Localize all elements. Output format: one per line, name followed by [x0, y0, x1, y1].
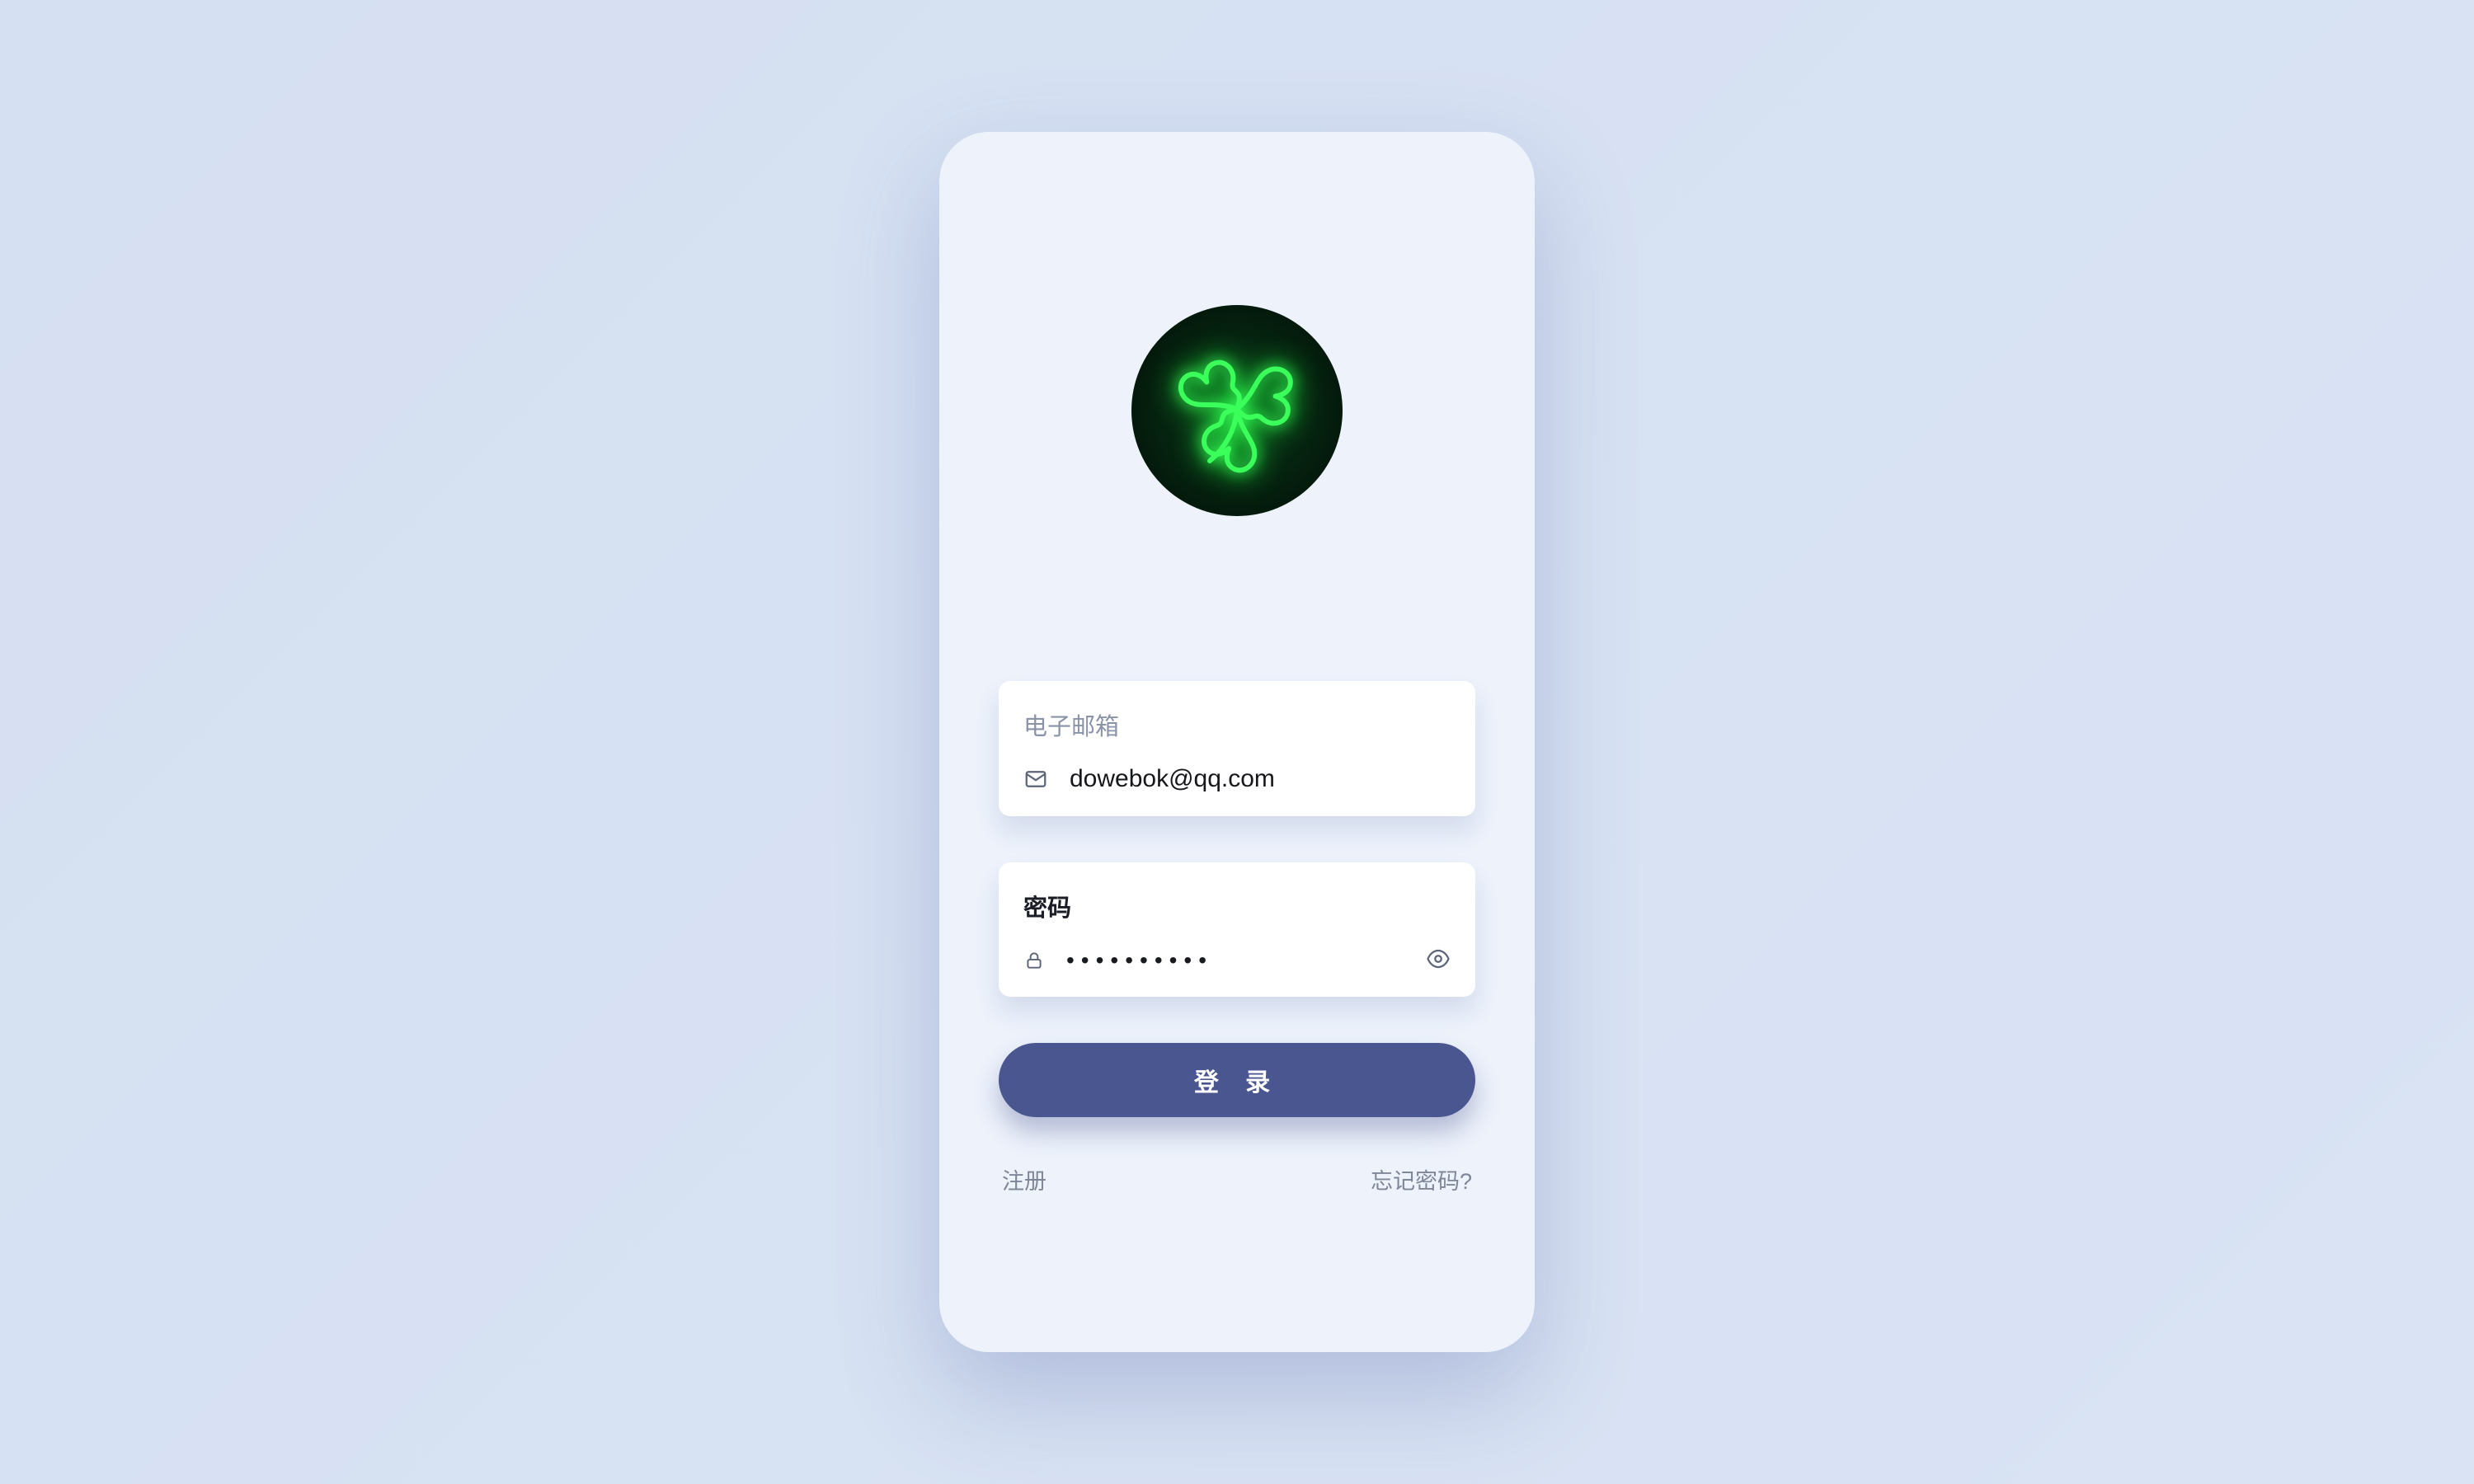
password-input[interactable] [1066, 947, 1404, 974]
avatar [1131, 305, 1343, 516]
envelope-icon [1023, 767, 1048, 791]
register-link[interactable]: 注册 [1002, 1163, 1047, 1195]
password-label: 密码 [1023, 889, 1451, 923]
password-input-row [1023, 946, 1451, 974]
email-input[interactable] [1070, 765, 1451, 793]
email-label: 电子邮箱 [1023, 707, 1451, 742]
eye-icon [1426, 946, 1451, 974]
login-screen: 电子邮箱 密码 [939, 132, 1535, 1352]
login-button[interactable]: 登 录 [999, 1043, 1475, 1117]
password-field-card: 密码 [999, 862, 1475, 997]
toggle-password-visibility-button[interactable] [1426, 946, 1451, 974]
shamrock-icon [1163, 335, 1311, 487]
forgot-password-link[interactable]: 忘记密码? [1371, 1163, 1472, 1195]
footer-links: 注册 忘记密码? [999, 1163, 1475, 1195]
lock-icon [1023, 950, 1045, 971]
email-field-card: 电子邮箱 [999, 681, 1475, 816]
email-input-row [1023, 765, 1451, 793]
